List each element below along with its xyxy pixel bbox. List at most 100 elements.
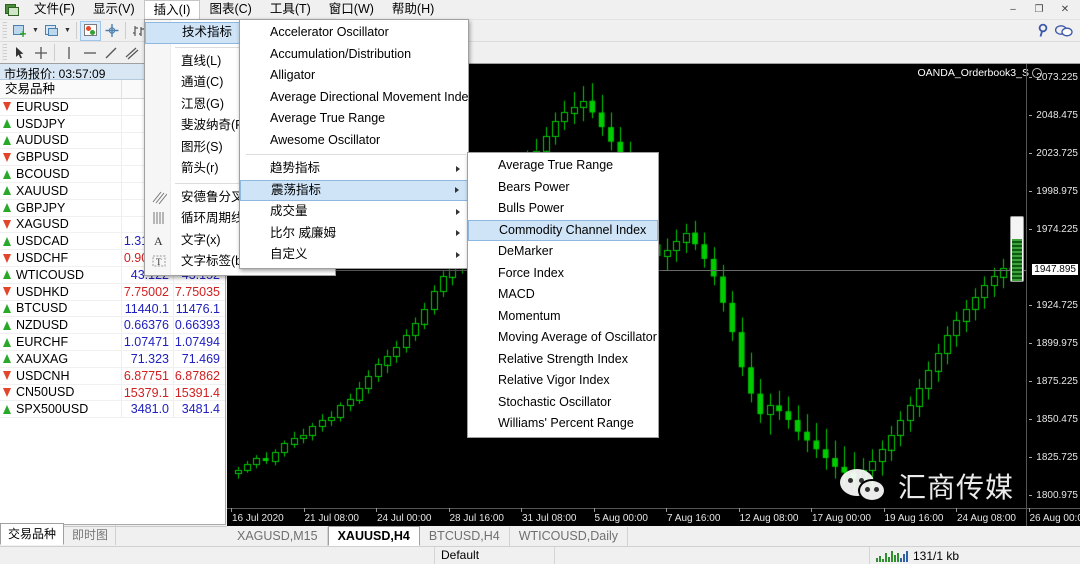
menu-item-bulls-power[interactable]: Bulls Power — [468, 198, 658, 220]
autotrading-button[interactable] — [80, 20, 101, 41]
restore-button[interactable]: ❐ — [1026, 0, 1052, 18]
menu-item-momentum[interactable]: Momentum — [468, 306, 658, 328]
column-symbol[interactable]: 交易品种 — [0, 79, 122, 99]
symbol-cell[interactable]: USDCAD — [0, 233, 122, 250]
symbol-cell[interactable]: USDCNH — [0, 367, 122, 384]
symbol-cell[interactable]: EURUSD — [0, 99, 122, 115]
symbol-cell[interactable]: USDCHF — [0, 250, 122, 266]
menu-item-adx[interactable]: Average Directional Movement Index — [240, 87, 475, 109]
market-watch-row[interactable]: XAUXAG 71.323 71.469 — [0, 350, 225, 368]
menu-item-accumulation-distribution[interactable]: Accumulation/Distribution — [240, 44, 468, 66]
menu-item-trend-indicators[interactable]: 趋势指标 — [240, 158, 468, 180]
menu-view[interactable]: 显示(V) — [84, 0, 144, 19]
menu-help[interactable]: 帮助(H) — [383, 0, 443, 19]
menu-item-accelerator-oscillator[interactable]: Accelerator Oscillator — [240, 22, 468, 44]
menu-item-stochastic-oscillator[interactable]: Stochastic Oscillator — [468, 392, 658, 414]
bid-cell: 7.75002 — [122, 283, 174, 300]
menu-file[interactable]: 文件(F) — [25, 0, 84, 19]
price-axis[interactable]: 2073.225 2048.475 2023.725 1998.975 1974.225… — [1026, 64, 1080, 526]
tab-btcusd-h4[interactable]: BTCUSD,H4 — [420, 527, 510, 546]
wechat-icon — [839, 469, 892, 503]
time-axis[interactable]: 16 Jul 2020 21 Jul 08:00 24 Jul 00:00 28 Ju… — [227, 508, 1080, 526]
symbol-cell[interactable]: XAUUSD — [0, 182, 122, 199]
crosshair-tool[interactable] — [30, 43, 51, 63]
tab-xauusd-h4[interactable]: XAUUSD,H4 — [327, 526, 420, 546]
menu-item-force-index[interactable]: Force Index — [468, 263, 658, 285]
menu-item-oscillators[interactable]: 震荡指标 — [240, 179, 468, 201]
new-order-dropdown[interactable]: ▼ — [62, 21, 73, 41]
equidistant-channel-tool[interactable] — [121, 43, 142, 63]
new-chart-button[interactable]: + — [9, 21, 30, 41]
market-watch-row[interactable]: USDCNH 6.87751 6.87862 — [0, 367, 225, 385]
menu-item-custom[interactable]: 自定义 — [240, 244, 468, 266]
menu-window[interactable]: 窗口(W) — [320, 0, 383, 19]
menu-item-williams-percent-range[interactable]: Williams' Percent Range — [468, 413, 658, 435]
symbol-cell[interactable]: XAUXAG — [0, 350, 122, 367]
close-button[interactable]: ✕ — [1052, 0, 1078, 18]
tab-wticousd-daily[interactable]: WTICOUSD,Daily — [510, 527, 628, 546]
search-button[interactable] — [1032, 21, 1053, 41]
submenu-arrow-icon — [456, 251, 460, 258]
symbol-cell[interactable]: USDHKD — [0, 283, 122, 300]
symbol-cell[interactable]: GBPUSD — [0, 149, 122, 166]
symbol-cell[interactable]: USDJPY — [0, 115, 122, 132]
crosshair-button[interactable] — [101, 21, 122, 41]
menu-item-demarker[interactable]: DeMarker — [468, 241, 658, 263]
symbol-cell[interactable]: SPX500USD — [0, 401, 122, 418]
new-order-button[interactable] — [41, 21, 62, 41]
svg-text:T: T — [156, 257, 162, 267]
market-watch-row[interactable]: BTCUSD 11440.1 11476.1 — [0, 300, 225, 318]
trendline-tool[interactable] — [100, 43, 121, 63]
symbol-cell[interactable]: EURCHF — [0, 334, 122, 350]
menu-item-macd[interactable]: MACD — [468, 284, 658, 306]
symbol-cell[interactable]: WTICOUSD — [0, 266, 122, 283]
market-watch-row[interactable]: USDHKD 7.75002 7.75035 — [0, 283, 225, 301]
symbol-cell[interactable]: BCOUSD — [0, 166, 122, 182]
market-watch-row[interactable]: SPX500USD 3481.0 3481.4 — [0, 401, 225, 419]
oscillators-menu[interactable]: Average True Range Bears Power Bulls Pow… — [467, 152, 659, 438]
market-watch-row[interactable]: EURCHF 1.07471 1.07494 — [0, 334, 225, 351]
vertical-line-tool[interactable] — [58, 43, 79, 63]
current-price-label: 1947.895 — [1031, 263, 1079, 277]
symbol-cell[interactable]: XAGUSD — [0, 216, 122, 233]
volume-scrollbar[interactable] — [1010, 216, 1024, 282]
tab-symbols[interactable]: 交易品种 — [0, 523, 65, 545]
symbol-cell[interactable]: CN50USD — [0, 384, 122, 401]
time-tick: 12 Aug 08:00 — [738, 508, 799, 524]
menu-item-bears-power[interactable]: Bears Power — [468, 177, 658, 199]
menu-item-average-true-range[interactable]: Average True Range — [468, 155, 658, 177]
menu-item-awesome-oscillator[interactable]: Awesome Oscillator — [240, 130, 468, 152]
menu-item-label: 成交量 — [270, 204, 308, 218]
menu-item-bill-williams[interactable]: 比尔 威廉姆 — [240, 223, 468, 245]
menu-insert[interactable]: 插入(I) — [143, 0, 201, 19]
minimize-button[interactable]: – — [1000, 0, 1026, 18]
volume-scrollbar-thumb[interactable] — [1012, 239, 1022, 281]
menu-item-relative-strength-index[interactable]: Relative Strength Index — [468, 349, 658, 371]
tab-xagusd-m15[interactable]: XAGUSD,M15 — [228, 527, 328, 546]
menu-bar: 文件(F) 显示(V) 插入(I) 图表(C) 工具(T) 窗口(W) 帮助(H… — [0, 0, 1080, 20]
tab-tick-chart[interactable]: 即时图 — [65, 525, 117, 545]
menu-item-commodity-channel-index[interactable]: Commodity Channel Index — [468, 219, 658, 241]
menu-item-relative-vigor-index[interactable]: Relative Vigor Index — [468, 370, 658, 392]
menu-tools[interactable]: 工具(T) — [261, 0, 320, 19]
symbol-cell[interactable]: BTCUSD — [0, 300, 122, 317]
market-watch-row[interactable]: NZDUSD 0.66376 0.66393 — [0, 317, 225, 335]
menu-item-alligator[interactable]: Alligator — [240, 65, 468, 87]
chat-button[interactable] — [1053, 21, 1074, 41]
crosshair-icon — [104, 23, 120, 38]
symbol-cell[interactable]: NZDUSD — [0, 317, 122, 334]
menu-item-volumes[interactable]: 成交量 — [240, 201, 468, 223]
symbol-cell[interactable]: GBPJPY — [0, 199, 122, 216]
horizontal-line-tool[interactable] — [79, 43, 100, 63]
menu-charts[interactable]: 图表(C) — [200, 0, 260, 19]
price-tick: 2073.225 — [1029, 72, 1078, 83]
technical-indicators-menu[interactable]: Accelerator Oscillator Accumulation/Dist… — [239, 19, 475, 269]
toolbar-grip[interactable] — [2, 21, 7, 40]
toolbar2-grip[interactable] — [2, 43, 7, 62]
market-watch-row[interactable]: CN50USD 15379.1 15391.4 — [0, 384, 225, 402]
new-chart-dropdown[interactable]: ▼ — [30, 21, 41, 41]
menu-item-moving-average-of-oscillator[interactable]: Moving Average of Oscillator — [468, 327, 658, 349]
cursor-tool[interactable] — [9, 43, 30, 63]
symbol-cell[interactable]: AUDUSD — [0, 132, 122, 149]
menu-item-average-true-range[interactable]: Average True Range — [240, 108, 468, 130]
